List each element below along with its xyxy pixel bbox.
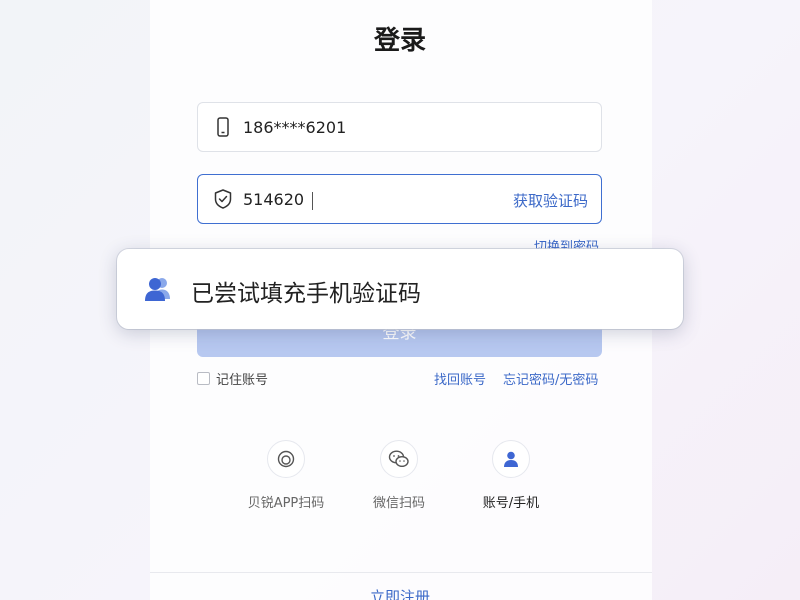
login-method-app-scan[interactable]: 贝锐APP扫码	[226, 440, 346, 511]
wechat-label: 微信扫码	[372, 496, 425, 511]
verification-code-field[interactable]: 514620 获取验证码	[197, 174, 602, 224]
forgot-password-link[interactable]: 忘记密码/无密码	[503, 369, 598, 388]
remember-label: 记住账号	[216, 373, 269, 388]
account-button[interactable]	[492, 440, 530, 478]
app-scan-icon	[277, 450, 295, 468]
footer-divider	[150, 572, 652, 573]
user-icon	[504, 451, 518, 467]
toast-message: 已尝试填充手机验证码	[191, 281, 421, 307]
login-method-wechat[interactable]: 微信扫码	[339, 440, 459, 511]
remember-checkbox[interactable]	[197, 372, 210, 385]
find-account-link[interactable]: 找回账号	[434, 369, 486, 388]
login-method-account[interactable]: 账号/手机	[451, 440, 571, 511]
wechat-button[interactable]	[380, 440, 418, 478]
phone-field[interactable]: 186****6201	[197, 102, 602, 152]
code-text: 514620	[243, 190, 305, 209]
wechat-icon	[388, 450, 409, 468]
users-icon	[145, 278, 170, 301]
text-cursor	[312, 191, 314, 210]
register-link[interactable]: 立即注册	[0, 586, 800, 600]
toast-notification: 已尝试填充手机验证码	[117, 249, 683, 329]
page-title: 登录	[373, 26, 426, 56]
phone-value: 186****6201	[243, 118, 347, 137]
app-scan-button[interactable]	[267, 440, 305, 478]
code-value: 514620	[243, 190, 314, 210]
app-scan-label: 贝锐APP扫码	[247, 496, 325, 511]
get-code-button[interactable]: 获取验证码	[513, 190, 588, 211]
shield-check-icon	[214, 189, 232, 209]
account-label: 账号/手机	[482, 496, 540, 511]
remember-account[interactable]: 记住账号	[197, 369, 268, 388]
phone-icon	[217, 117, 229, 137]
